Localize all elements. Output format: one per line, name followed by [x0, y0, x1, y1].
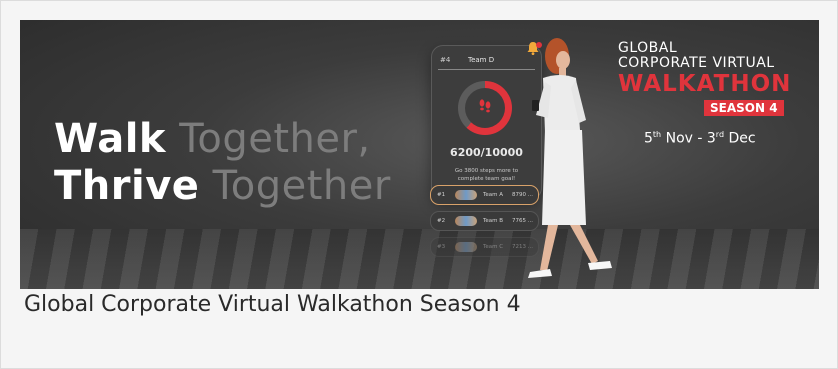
leaderboard-score: 7765 ...	[512, 218, 533, 224]
leaderboard-rank: #2	[437, 218, 446, 224]
event-title-walkathon: WALKATHON	[618, 71, 792, 97]
team-name: Team D	[468, 56, 495, 64]
headline-together-2: Together	[199, 163, 391, 209]
leaderboard-row: #1 Team A 8790 ...	[430, 185, 539, 205]
headline-walk: Walk	[54, 116, 166, 162]
leaderboard-row: #3 Team C 7213 ...	[430, 237, 539, 257]
headline-together-1: Together,	[166, 116, 371, 162]
step-count: 6200/10000	[450, 146, 523, 159]
leaderboard-rank: #3	[437, 244, 446, 250]
date-start-suffix: th	[652, 130, 662, 139]
leaderboard-team: Team B	[483, 218, 504, 224]
team-stats-card: #4 Team D 6200/10000 Go 3800 steps more …	[431, 45, 542, 200]
team-avatars	[455, 242, 477, 252]
event-dates: 5th Nov - 3rd Dec	[644, 130, 808, 147]
stats-divider	[438, 69, 535, 70]
banner-floor	[20, 229, 819, 289]
leaderboard-row: #2 Team B 7765 ...	[430, 211, 539, 231]
date-end-month: Dec	[724, 130, 756, 147]
notification-dot	[536, 42, 542, 48]
leaderboard-team: Team A	[483, 192, 504, 198]
team-avatars	[455, 216, 477, 226]
team-rank: #4	[440, 56, 451, 64]
steps-remaining-note: Go 3800 steps more to complete team goal…	[454, 168, 519, 182]
date-end-day: 3	[706, 130, 716, 147]
team-avatars	[455, 190, 477, 200]
date-start-month: Nov -	[661, 130, 707, 147]
footprints-icon	[476, 97, 494, 119]
event-title-block: GLOBAL CORPORATE VIRTUAL WALKATHON SEASO…	[618, 41, 808, 147]
progress-ring	[458, 81, 512, 135]
event-title-global: GLOBAL	[618, 40, 678, 56]
season-badge: SEASON 4	[704, 100, 784, 116]
leaderboard-score: 8790 ...	[512, 192, 533, 198]
event-banner-image[interactable]: Walk Together, Thrive Together #4 Team D	[20, 20, 819, 289]
event-title-corporate: CORPORATE VIRTUAL	[618, 55, 775, 71]
date-end-suffix: rd	[715, 130, 725, 139]
date-start-day: 5	[644, 130, 653, 147]
leaderboard-score: 7213 ...	[512, 244, 533, 250]
banner-headline: Walk Together, Thrive Together	[54, 116, 391, 210]
leaderboard-team: Team C	[483, 244, 504, 250]
event-card-title[interactable]: Global Corporate Virtual Walkathon Seaso…	[24, 292, 521, 317]
event-card[interactable]: Walk Together, Thrive Together #4 Team D	[0, 0, 838, 369]
headline-thrive: Thrive	[54, 163, 200, 209]
leaderboard-rank: #1	[437, 192, 446, 198]
